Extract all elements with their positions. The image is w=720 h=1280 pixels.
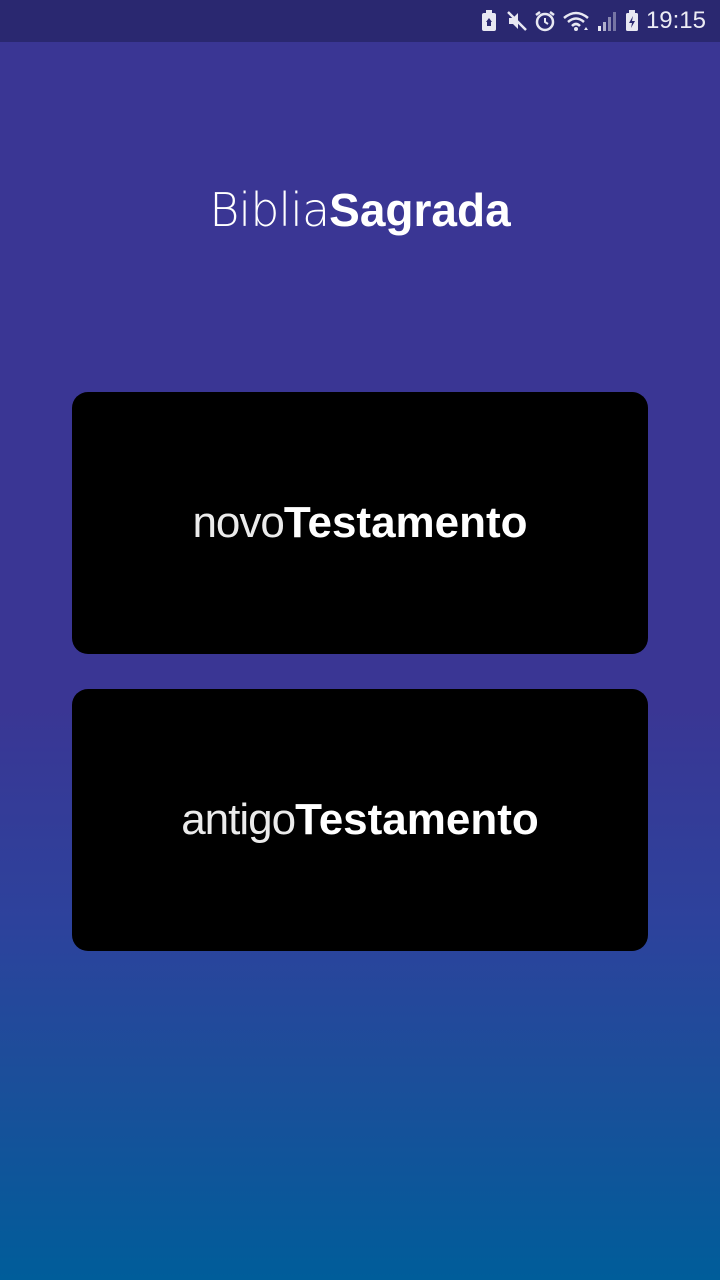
mute-icon <box>506 10 528 32</box>
wifi-icon <box>562 10 590 32</box>
novo-label-light: novo <box>192 498 284 547</box>
signal-icon <box>596 10 618 32</box>
antigo-testamento-label: antigoTestamento <box>181 795 539 845</box>
status-icons <box>478 10 640 32</box>
status-bar: 19:15 <box>0 0 720 42</box>
alarm-icon <box>534 10 556 32</box>
novo-testamento-label: novoTestamento <box>192 498 527 548</box>
status-time: 19:15 <box>645 7 706 34</box>
antigo-label-light: antigo <box>181 795 296 844</box>
novo-testamento-button[interactable]: novoTestamento <box>72 392 648 654</box>
antigo-label-bold: Testamento <box>295 795 539 844</box>
app-title-light: Biblia <box>209 183 330 237</box>
battery-icon <box>624 10 640 32</box>
app-title: BibliaSagrada <box>0 182 720 238</box>
storage-icon <box>478 10 500 32</box>
antigo-testamento-button[interactable]: antigoTestamento <box>72 689 648 951</box>
app-title-bold: Sagrada <box>329 184 511 236</box>
novo-label-bold: Testamento <box>283 498 528 547</box>
